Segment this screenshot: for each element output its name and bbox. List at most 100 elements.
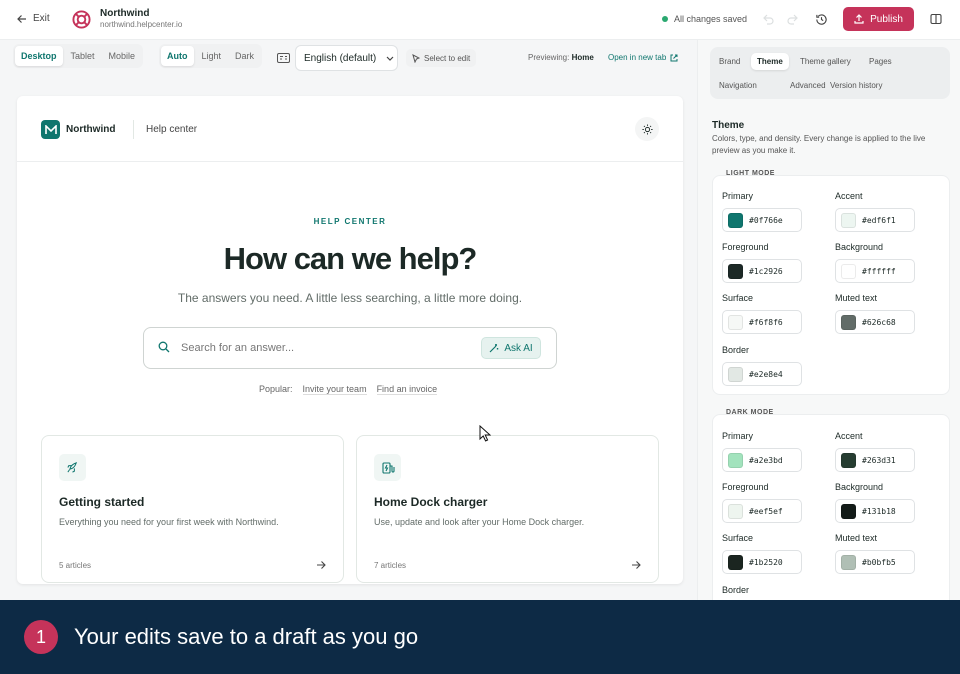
device-desktop[interactable]: Desktop	[15, 46, 63, 66]
color-picker-dark-primary[interactable]: #a2e3bd	[722, 448, 802, 472]
ask-ai-button[interactable]: Ask AI	[481, 337, 541, 359]
hero-eyebrow: HELP CENTER	[313, 217, 387, 226]
color-label: Foreground	[722, 482, 769, 492]
mode-switcher: Auto Light Dark	[159, 44, 263, 68]
popular-link-invite-team[interactable]: Invite your team	[302, 384, 367, 395]
color-hex: #edf6f1	[862, 215, 896, 225]
ev-charger-icon	[374, 454, 401, 481]
cursor-arrow-icon	[412, 53, 420, 63]
color-hex: #eef5ef	[749, 506, 783, 516]
color-label: Surface	[722, 533, 754, 543]
previewing-label: Previewing:	[528, 53, 570, 62]
panel-title: Theme	[712, 120, 745, 131]
color-picker-light-foreground[interactable]: #1c2926	[722, 259, 802, 283]
search-bar[interactable]: Search for an answer... Ask AI	[143, 327, 557, 369]
card-article-count: 7 articles	[374, 561, 407, 570]
publish-label: Publish	[870, 13, 903, 25]
arrow-right-icon	[317, 561, 326, 569]
language-select[interactable]: English (default)	[295, 45, 398, 71]
save-status-label: All changes saved	[674, 14, 748, 24]
history-icon[interactable]	[815, 13, 828, 26]
tab-theme-gallery[interactable]: Theme gallery	[794, 53, 857, 70]
color-picker-light-accent[interactable]: #edf6f1	[835, 208, 915, 232]
color-picker-dark-surface[interactable]: #1b2520	[722, 550, 802, 574]
exit-button[interactable]: Exit	[17, 13, 50, 24]
color-hex: #131b18	[862, 506, 896, 516]
brand-logo-icon	[72, 10, 91, 29]
color-hex: #f6f8f6	[749, 317, 783, 327]
color-swatch	[841, 503, 856, 519]
brand-url: northwind.helpcenter.io	[100, 20, 183, 29]
tab-version-history[interactable]: Version history	[824, 77, 888, 94]
card-description: Use, update and look after your Home Doc…	[374, 517, 585, 527]
panel-tabs: Brand Theme Theme gallery Pages Navigati…	[710, 47, 950, 99]
save-status: All changes saved	[662, 14, 747, 24]
color-label: Accent	[835, 431, 863, 441]
select-to-edit-button[interactable]: Select to edit	[406, 49, 477, 67]
color-label: Primary	[722, 431, 753, 441]
color-picker-dark-background[interactable]: #131b18	[835, 499, 915, 523]
color-label: Muted text	[835, 533, 878, 543]
magic-wand-icon	[489, 344, 499, 353]
arrow-right-icon	[632, 561, 641, 569]
color-hex: #a2e3bd	[749, 455, 783, 465]
color-picker-light-muted-text[interactable]: #626c68	[835, 310, 915, 334]
mode-auto[interactable]: Auto	[161, 46, 194, 66]
search-input[interactable]: Search for an answer...	[181, 342, 294, 354]
tab-theme[interactable]: Theme	[751, 53, 789, 70]
card-title: Home Dock charger	[374, 495, 488, 509]
color-swatch	[841, 212, 856, 228]
color-swatch	[841, 263, 856, 279]
color-picker-light-surface[interactable]: #f6f8f6	[722, 310, 802, 334]
sun-icon	[641, 123, 653, 135]
color-hex: #b0bfb5	[862, 557, 896, 567]
saved-dot-icon	[662, 16, 668, 22]
previewing-indicator: Previewing: Home	[528, 53, 594, 62]
site-logo-icon[interactable]	[41, 120, 60, 139]
tab-pages[interactable]: Pages	[863, 53, 898, 70]
device-mobile[interactable]: Mobile	[103, 46, 142, 66]
color-picker-dark-foreground[interactable]: #eef5ef	[722, 499, 802, 523]
color-picker-light-primary[interactable]: #0f766e	[722, 208, 802, 232]
device-switcher: Desktop Tablet Mobile	[13, 44, 144, 68]
exit-label: Exit	[33, 13, 50, 24]
hero-subtitle: The answers you need. A little less sear…	[177, 291, 523, 305]
theme-toggle-button[interactable]	[635, 117, 659, 141]
category-card-getting-started[interactable]: Getting started Everything you need for …	[41, 435, 344, 583]
color-picker-light-border[interactable]: #e2e8e4	[722, 362, 802, 386]
select-to-edit-label: Select to edit	[424, 53, 471, 63]
mode-light[interactable]: Light	[196, 46, 228, 66]
site-nav-help-center[interactable]: Help center	[146, 124, 197, 135]
panel-description: Colors, type, and density. Every change …	[712, 134, 926, 155]
external-link-icon	[670, 54, 678, 61]
hero-title: How can we help?	[223, 241, 478, 276]
color-label: Background	[835, 242, 884, 252]
popular-link-find-invoice[interactable]: Find an invoice	[376, 384, 438, 395]
previewing-page: Home	[571, 53, 594, 62]
color-hex: #263d31	[862, 455, 896, 465]
color-picker-light-background[interactable]: #ffffff	[835, 259, 915, 283]
color-hex: #ffffff	[862, 266, 896, 276]
undo-icon[interactable]	[762, 13, 774, 25]
site-preview: Northwind Help center HELP CENTER How ca…	[17, 96, 683, 584]
site-brand-name[interactable]: Northwind	[66, 124, 115, 135]
language-icon	[277, 53, 290, 63]
color-label: Background	[835, 482, 884, 492]
card-article-count: 5 articles	[59, 561, 92, 570]
device-tablet[interactable]: Tablet	[65, 46, 101, 66]
category-card-home-dock[interactable]: Home Dock charger Use, update and look a…	[356, 435, 659, 583]
color-picker-dark-muted-text[interactable]: #b0bfb5	[835, 550, 915, 574]
color-picker-dark-accent[interactable]: #263d31	[835, 448, 915, 472]
color-label: Muted text	[835, 293, 878, 303]
mode-dark[interactable]: Dark	[229, 46, 260, 66]
open-new-tab-link[interactable]: Open in new tab	[608, 53, 678, 62]
redo-icon[interactable]	[787, 13, 799, 25]
color-label: Foreground	[722, 242, 769, 252]
panel-toggle-icon[interactable]	[930, 13, 942, 25]
publish-button[interactable]: Publish	[843, 7, 914, 31]
color-label: Surface	[722, 293, 754, 303]
tab-brand[interactable]: Brand	[713, 53, 746, 70]
color-swatch	[728, 503, 743, 519]
tab-navigation[interactable]: Navigation	[713, 77, 763, 94]
card-description: Everything you need for your first week …	[59, 517, 279, 527]
